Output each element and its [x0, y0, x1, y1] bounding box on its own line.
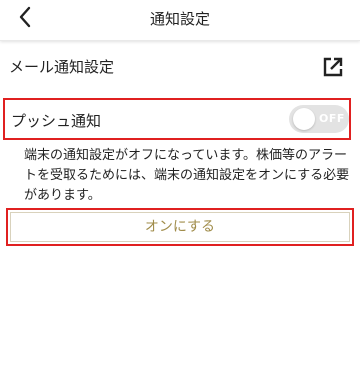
- turn-on-button[interactable]: オンにする: [6, 208, 354, 246]
- notification-notice-text: 端末の通知設定がオフになっています。株価等のアラートを受取るためには、端末の通知…: [24, 148, 350, 203]
- header-bar: 通知設定: [0, 0, 360, 41]
- toggle-knob: [293, 108, 315, 130]
- mail-notification-label: メール通知設定: [9, 58, 115, 76]
- mail-notification-settings-row[interactable]: メール通知設定: [0, 44, 360, 92]
- turn-on-button-label: オンにする: [10, 212, 350, 242]
- push-notification-label: プッシュ通知: [11, 112, 102, 130]
- push-notification-row: プッシュ通知 OFF: [3, 98, 351, 140]
- external-link-icon[interactable]: [322, 56, 344, 78]
- push-notification-toggle[interactable]: OFF: [289, 105, 349, 133]
- page-title: 通知設定: [149, 10, 210, 28]
- toggle-state-text: OFF: [319, 112, 345, 125]
